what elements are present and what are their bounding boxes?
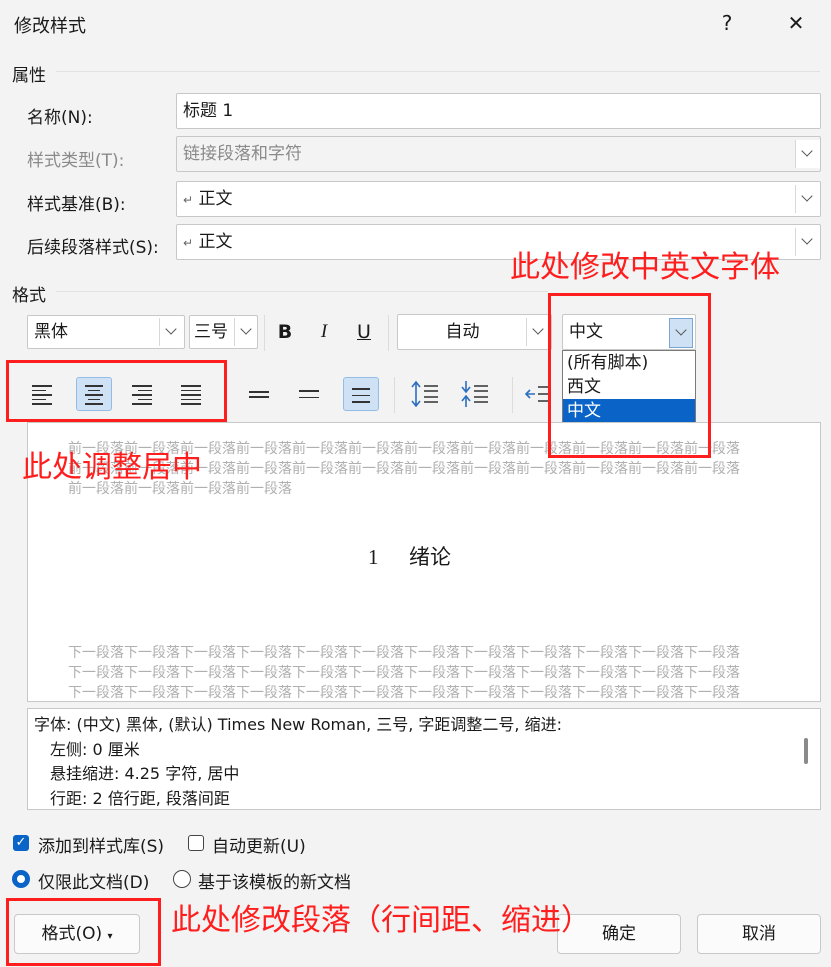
help-button[interactable]: ? — [712, 8, 742, 38]
based-on-label: 样式基准(B): — [27, 195, 126, 215]
based-on-select[interactable]: ↵ 正文 — [176, 181, 821, 217]
increase-spacing-button[interactable] — [408, 377, 444, 411]
only-this-document-radio[interactable] — [12, 870, 30, 888]
close-button[interactable]: ✕ — [781, 8, 811, 38]
properties-divider — [56, 71, 820, 72]
style-type-select: 链接段落和字符 — [176, 136, 821, 172]
chevron-down-icon — [234, 318, 257, 346]
size-value: 三号 — [194, 322, 228, 342]
style-description: 字体: (中文) 黑体, (默认) Times New Roman, 三号, 字… — [27, 708, 821, 810]
chevron-down-icon — [795, 185, 820, 213]
chevron-down-icon — [795, 140, 820, 168]
toolbar-divider — [394, 377, 395, 413]
chevron-down-icon — [795, 228, 820, 256]
italic-button[interactable]: I — [310, 315, 338, 349]
properties-section-label: 属性 — [12, 66, 46, 86]
name-label: 名称(N): — [27, 108, 93, 128]
description-line: 悬挂缩进: 4.25 字符, 居中 — [50, 764, 240, 783]
font-select[interactable]: 黑体 — [27, 315, 185, 349]
check-icon: ✓ — [15, 835, 27, 850]
preview-heading-number: 1 — [368, 545, 379, 569]
double-spacing-button[interactable] — [343, 377, 379, 411]
dialog-title: 修改样式 — [14, 16, 86, 37]
one-half-spacing-button[interactable] — [291, 377, 327, 411]
preview-next-paragraph: 下一段落下一段落下一段落下一段落下一段落下一段落下一段落下一段落下一段落下一段落… — [68, 645, 740, 701]
paragraph-mark-icon: ↵ — [183, 236, 194, 250]
annotation-box-font — [548, 293, 711, 458]
annotation-box-format — [6, 898, 161, 966]
chevron-down-icon — [159, 318, 184, 346]
preview-heading-text: 绪论 — [409, 545, 451, 569]
based-on-value: 正文 — [198, 189, 233, 209]
annotation-box-align — [6, 360, 227, 422]
description-line: 字体: (中文) 黑体, (默认) Times New Roman, 三号, 字… — [34, 715, 562, 734]
double-spacing-icon — [352, 385, 370, 406]
toolbar-divider — [388, 315, 389, 351]
add-to-gallery-checkbox[interactable]: ✓ — [13, 835, 29, 851]
toolbar-divider — [264, 315, 265, 351]
decrease-indent-button[interactable] — [522, 377, 550, 411]
description-line: 左侧: 0 厘米 — [50, 739, 140, 759]
decrease-indent-icon — [524, 386, 550, 402]
name-input[interactable]: 标题 1 — [176, 93, 821, 129]
style-type-label: 样式类型(T): — [27, 151, 125, 171]
single-spacing-icon — [249, 388, 269, 401]
auto-update-label[interactable]: 自动更新(U) — [212, 832, 306, 857]
style-type-value: 链接段落和字符 — [183, 144, 302, 164]
only-this-document-label[interactable]: 仅限此文档(D) — [38, 868, 149, 893]
underline-button[interactable]: U — [350, 315, 378, 349]
annotation-para-note: 此处修改段落（行间距、缩进） — [171, 903, 591, 938]
one-half-spacing-icon — [299, 387, 319, 401]
add-to-gallery-label[interactable]: 添加到样式库(S) — [38, 832, 164, 857]
close-icon: ✕ — [787, 11, 805, 35]
single-spacing-button[interactable] — [241, 377, 277, 411]
preview-heading: 1 绪论 — [368, 541, 451, 571]
format-divider — [56, 291, 548, 292]
font-color-value: 自动 — [445, 322, 480, 342]
next-style-value: 正文 — [198, 232, 233, 252]
decrease-spacing-button[interactable] — [458, 377, 494, 411]
font-value: 黑体 — [34, 322, 68, 342]
font-color-select[interactable]: 自动 — [397, 314, 552, 350]
annotation-font-note: 此处修改中英文字体 — [510, 250, 780, 285]
new-docs-template-label[interactable]: 基于该模板的新文档 — [198, 868, 351, 893]
new-docs-template-radio[interactable] — [173, 870, 191, 888]
auto-update-checkbox[interactable] — [188, 835, 204, 851]
next-style-label: 后续段落样式(S): — [27, 238, 159, 258]
bold-button[interactable]: B — [271, 315, 299, 349]
cancel-button[interactable]: 取消 — [697, 914, 821, 954]
description-scrollbar[interactable] — [804, 738, 808, 764]
size-select[interactable]: 三号 — [189, 315, 258, 349]
toolbar-divider — [512, 377, 513, 413]
format-section-label: 格式 — [12, 286, 46, 306]
annotation-align-note: 此处调整居中 — [22, 450, 202, 485]
paragraph-mark-icon: ↵ — [183, 193, 194, 207]
decrease-spacing-icon — [461, 381, 488, 407]
increase-spacing-icon — [411, 380, 438, 408]
description-line: 行距: 2 倍行距, 段落间距 — [50, 788, 230, 808]
